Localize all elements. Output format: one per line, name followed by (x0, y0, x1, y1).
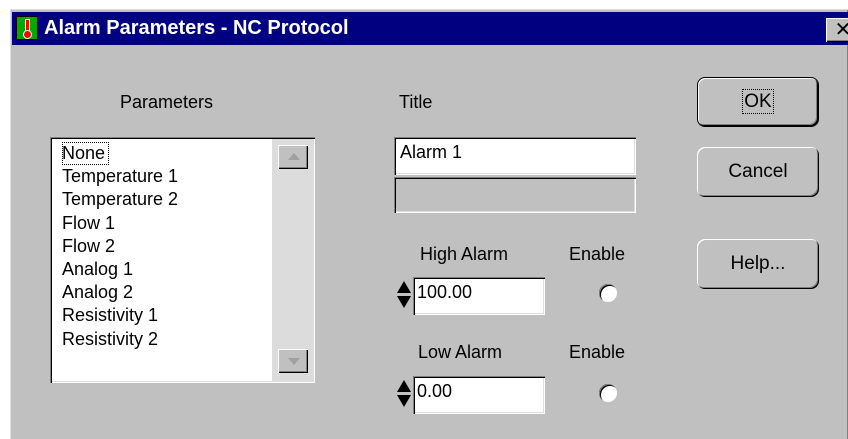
high-alarm-enable-radio[interactable] (599, 284, 617, 302)
window-title: Alarm Parameters - NC Protocol (44, 17, 349, 39)
list-item-analog-2[interactable]: Analog 2 (62, 281, 178, 304)
cancel-button-label: Cancel (728, 161, 788, 182)
low-alarm-spinner[interactable] (396, 378, 412, 410)
list-item-resistivity-1[interactable]: Resistivity 1 (62, 304, 178, 327)
title-input[interactable]: Alarm 1 (394, 137, 636, 175)
parameters-label: Parameters (120, 92, 214, 112)
low-alarm-input[interactable]: 0.00 (413, 376, 545, 414)
high-alarm-value: 100.00 (417, 282, 473, 302)
list-item-flow-1[interactable]: Flow 1 (62, 212, 178, 235)
list-item-temperature-2[interactable]: Temperature 2 (62, 188, 178, 211)
title-label: Title (399, 92, 433, 112)
low-alarm-value: 0.00 (417, 381, 453, 401)
low-alarm-enable-label: Enable (569, 342, 626, 362)
scroll-up-button[interactable] (278, 145, 308, 169)
title-input-value: Alarm 1 (400, 142, 463, 162)
high-alarm-enable-label: Enable (569, 244, 626, 264)
title-secondary-field (394, 177, 636, 213)
low-alarm-label: Low Alarm (418, 342, 503, 362)
high-alarm-spinner[interactable] (396, 279, 412, 311)
help-button[interactable]: Help... (697, 239, 819, 289)
scroll-up-arrow-icon (288, 153, 300, 160)
spin-down-icon (397, 395, 411, 407)
ok-button-label: OK (742, 89, 774, 114)
spin-down-icon (397, 296, 411, 308)
close-icon: ✕ (834, 19, 848, 41)
ok-button[interactable]: OK (697, 77, 819, 127)
scroll-down-button[interactable] (278, 349, 308, 373)
parameters-list: None Temperature 1 Temperature 2 Flow 1 … (62, 142, 178, 351)
low-alarm-enable-radio[interactable] (599, 384, 617, 402)
thermometer-icon (16, 16, 38, 40)
list-item-label: None (62, 142, 110, 166)
help-button-label: Help... (730, 253, 786, 274)
close-button[interactable]: ✕ (826, 18, 848, 42)
list-item-flow-2[interactable]: Flow 2 (62, 235, 178, 258)
title-bar: Alarm Parameters - NC Protocol ✕ (12, 12, 848, 45)
parameters-listbox[interactable]: None Temperature 1 Temperature 2 Flow 1 … (50, 137, 315, 383)
list-item-none[interactable]: None (62, 142, 178, 166)
spin-up-icon (397, 380, 411, 392)
list-item-resistivity-2[interactable]: Resistivity 2 (62, 328, 178, 351)
list-item-temperature-1[interactable]: Temperature 1 (62, 165, 178, 188)
high-alarm-label: High Alarm (420, 244, 509, 264)
spin-up-icon (397, 281, 411, 293)
cancel-button[interactable]: Cancel (697, 147, 819, 197)
thermometer-bulb (23, 30, 32, 39)
high-alarm-input[interactable]: 100.00 (413, 277, 545, 315)
scroll-down-arrow-icon (288, 358, 300, 365)
list-scrollbar[interactable] (272, 139, 313, 381)
list-item-analog-1[interactable]: Analog 1 (62, 258, 178, 281)
